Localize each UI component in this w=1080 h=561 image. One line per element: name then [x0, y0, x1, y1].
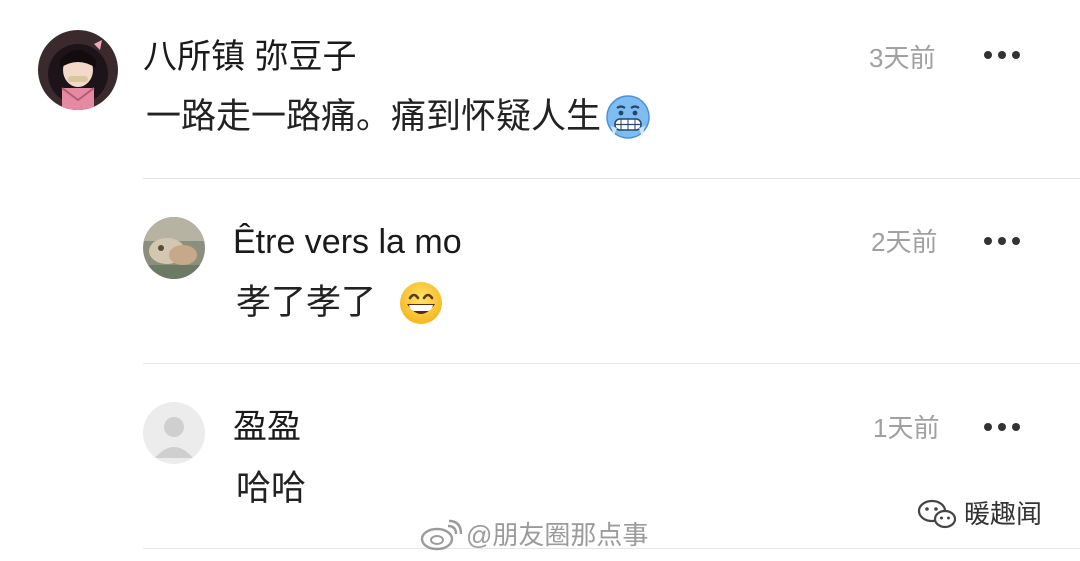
divider [143, 363, 1080, 364]
comment-item: 八所镇 弥豆子 3天前 一路走一路痛。痛到怀疑人生 [0, 0, 1080, 180]
more-dots-icon[interactable] [982, 48, 1022, 60]
avatar[interactable] [143, 217, 205, 279]
comment-text: 哈哈 [236, 469, 307, 508]
commenter-name[interactable]: Être vers la mo [233, 222, 462, 262]
comment-text: 一路走一路痛。痛到怀疑人生 [146, 97, 602, 136]
more-dots-icon[interactable] [982, 420, 1022, 432]
comment-item: Être vers la mo 2天前 孝了孝了 [0, 180, 1080, 365]
comment-text: 孝了孝了 [236, 283, 377, 322]
avatar[interactable] [143, 402, 205, 464]
comment-text-row: 孝了孝了 [236, 280, 444, 326]
comment-time: 1天前 [873, 413, 940, 443]
wechat-watermark: 暖趣闻 [916, 497, 1042, 531]
comment-list-page: 八所镇 弥豆子 3天前 一路走一路痛。痛到怀疑人生 Être vers la m… [0, 0, 1080, 561]
weibo-watermark-text: @朋友圈那点事 [466, 520, 649, 550]
comment-time: 2天前 [871, 227, 938, 257]
commenter-name[interactable]: 盈盈 [233, 407, 301, 447]
grinning-face-icon [398, 280, 444, 326]
freezing-face-icon [605, 94, 651, 140]
wechat-watermark-text: 暖趣闻 [964, 499, 1043, 529]
comment-text-row: 一路走一路痛。痛到怀疑人生 [146, 94, 651, 140]
divider [143, 178, 1080, 179]
comment-time: 3天前 [869, 43, 936, 73]
comment-text-row: 哈哈 [236, 467, 306, 511]
weibo-watermark: @朋友圈那点事 [418, 518, 648, 552]
wechat-logo-icon [916, 497, 958, 531]
avatar[interactable] [38, 30, 118, 110]
weibo-logo-icon [418, 518, 463, 552]
more-dots-icon[interactable] [982, 234, 1022, 246]
commenter-name[interactable]: 八所镇 弥豆子 [143, 37, 356, 77]
